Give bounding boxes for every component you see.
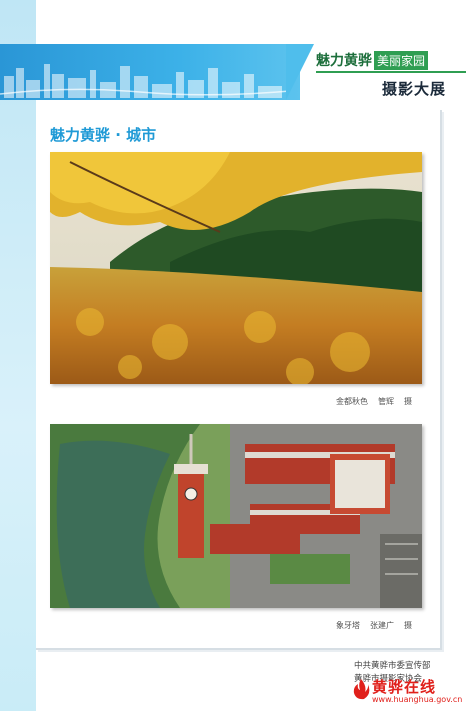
publisher-line-1: 中共黄骅市委宣传部 bbox=[354, 661, 431, 671]
caption-title: 金都秋色 bbox=[336, 397, 368, 406]
content-card: 魅力黄骅 · 城市 金都秋色 管辉 摄 象牙塔 张建广 摄 bbox=[36, 110, 442, 650]
header-banner bbox=[0, 44, 300, 100]
watermark-title: 黄骅在线 bbox=[372, 678, 437, 696]
caption-title: 象牙塔 bbox=[336, 621, 360, 630]
caption-suffix: 摄 bbox=[404, 397, 412, 406]
left-decor-strip bbox=[0, 0, 36, 711]
watermark-url: www.huanghua.gov.cn bbox=[372, 695, 463, 704]
caption-author: 管辉 bbox=[378, 397, 394, 406]
page-header: 魅力黄骅 美丽家园 摄影大展 bbox=[0, 44, 474, 106]
caption-author: 张建广 bbox=[370, 621, 394, 630]
photo-caption-2: 象牙塔 张建广 摄 bbox=[326, 620, 412, 631]
photo-autumn-lawn bbox=[50, 152, 422, 384]
caption-suffix: 摄 bbox=[404, 621, 412, 630]
page-title: 魅力黄骅 · 城市 bbox=[50, 126, 157, 144]
photo-caption-1: 金都秋色 管辉 摄 bbox=[326, 396, 412, 407]
brand-main: 魅力黄骅 bbox=[316, 53, 372, 69]
section-title: 摄影大展 bbox=[382, 80, 447, 98]
brand-title: 魅力黄骅 美丽家园 bbox=[316, 50, 429, 70]
header-banner-edge bbox=[286, 44, 314, 100]
brand-rule bbox=[316, 71, 466, 73]
photo-campus-tower bbox=[50, 424, 422, 608]
campus-tower-image bbox=[50, 424, 422, 608]
site-watermark: 黄骅在线 www.huanghua.gov.cn bbox=[372, 676, 462, 704]
city-skyline-illustration bbox=[0, 64, 290, 98]
brand-tag: 美丽家园 bbox=[374, 51, 429, 70]
autumn-lawn-image bbox=[50, 152, 422, 384]
flame-logo-icon bbox=[353, 679, 370, 700]
header-brand: 魅力黄骅 美丽家园 摄影大展 bbox=[316, 50, 466, 100]
